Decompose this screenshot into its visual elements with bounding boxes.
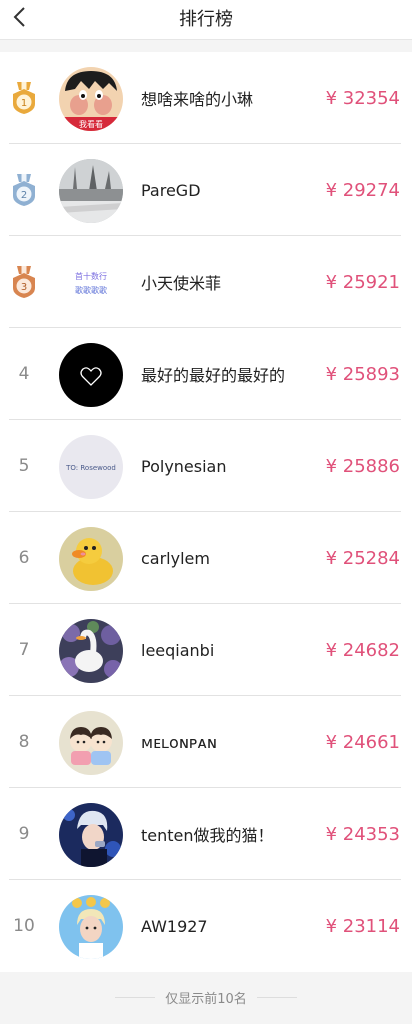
avatar[interactable] (59, 711, 123, 775)
rank-number: 5 (18, 456, 30, 476)
ranking-row-5[interactable]: 5 TO: Rosewood Polynesian ¥ 25886 (0, 420, 412, 512)
rank-medal-1: 1 (0, 52, 48, 144)
contribution-amount: ¥ 24682 (325, 639, 400, 661)
rank-number: 10 (13, 916, 35, 936)
ranking-row-2[interactable]: 2 PareGD ¥ 29274 (0, 144, 412, 236)
avatar[interactable] (59, 895, 123, 959)
ranking-row-6[interactable]: 6 carlylem ¥ 25284 (0, 512, 412, 604)
ranking-row-8[interactable]: 8 ᴍᴇʟᴏɴᴘᴀɴ ¥ 24661 (0, 696, 412, 788)
rank-number: 9 (18, 824, 30, 844)
rank-medal-3: 3 (0, 236, 48, 328)
contribution-amount: ¥ 29274 (325, 179, 400, 201)
contribution-amount: ¥ 24661 (325, 731, 400, 753)
avatar[interactable] (59, 343, 123, 407)
avatar[interactable] (59, 527, 123, 591)
ranking-row-1[interactable]: 1 我看看 想啥来啥的小琳 ¥ 32354 (0, 52, 412, 144)
user-name: 想啥来啥的小琳 (141, 90, 254, 109)
medal-number: 2 (21, 190, 27, 201)
divider (115, 996, 156, 998)
contribution-amount: ¥ 23114 (325, 915, 400, 937)
user-name: carlylem (141, 548, 210, 568)
contribution-amount: ¥ 25893 (325, 363, 400, 385)
contribution-amount: ¥ 25284 (325, 547, 400, 569)
avatar-caption: 我看看 (79, 119, 103, 129)
avatar[interactable]: 我看看 (59, 67, 123, 131)
avatar-caption: TO: Rosewood (65, 464, 116, 472)
contribution-amount: ¥ 25921 (325, 271, 400, 293)
ranking-row-7[interactable]: 7 leeqianbi ¥ 24682 (0, 604, 412, 696)
user-name: leeqianbi (141, 640, 215, 660)
gold-medal-icon: 1 (13, 82, 35, 114)
bronze-medal-icon: 3 (13, 266, 35, 298)
avatar[interactable] (59, 619, 123, 683)
ranking-row-4[interactable]: 4 最好的最好的最好的 ¥ 25893 (0, 328, 412, 420)
medal-number: 1 (21, 98, 27, 109)
footer-note: 仅显示前10名 (165, 991, 247, 1007)
user-name: PareGD (141, 180, 201, 200)
avatar[interactable]: TO: Rosewood (59, 435, 123, 499)
user-name: 最好的最好的最好的 (141, 366, 286, 385)
avatar[interactable] (59, 159, 123, 223)
list-footer: 仅显示前10名 (0, 974, 412, 1020)
contribution-amount: ¥ 32354 (325, 87, 400, 109)
rank-number: 8 (18, 732, 30, 752)
contribution-amount: ¥ 24353 (325, 823, 400, 845)
silver-medal-icon: 2 (13, 174, 35, 206)
user-name: 小天使米菲 (141, 274, 222, 293)
avatar-caption: 首十数行 (75, 271, 107, 281)
user-name: Polynesian (141, 456, 227, 476)
avatar-caption: 歌歌歌歌 (75, 285, 107, 295)
medal-number: 3 (21, 282, 27, 293)
user-name: ᴍᴇʟᴏɴᴘᴀɴ (141, 732, 217, 752)
avatar[interactable] (59, 803, 123, 867)
divider (256, 996, 297, 998)
rank-medal-2: 2 (0, 144, 48, 236)
ranking-row-9[interactable]: 9 tenten做我的猫！ ¥ 24353 (0, 788, 412, 880)
rank-number: 7 (18, 640, 30, 660)
ranking-list: 1 我看看 想啥来啥的小琳 ¥ 32354 2 PareGD ¥ 29274 3… (0, 52, 412, 972)
ranking-row-10[interactable]: 10 AW1927 ¥ 23114 (0, 880, 412, 972)
avatar[interactable]: 首十数行 歌歌歌歌 (59, 251, 123, 315)
top-bar: 排行榜 (0, 0, 412, 40)
ranking-row-3[interactable]: 3 首十数行 歌歌歌歌 小天使米菲 ¥ 25921 (0, 236, 412, 328)
user-name: tenten做我的猫！ (141, 826, 274, 845)
rank-number: 6 (18, 548, 30, 568)
user-name: AW1927 (141, 916, 208, 936)
contribution-amount: ¥ 25886 (325, 455, 400, 477)
page-title: 排行榜 (179, 9, 233, 30)
rank-number: 4 (18, 364, 30, 384)
